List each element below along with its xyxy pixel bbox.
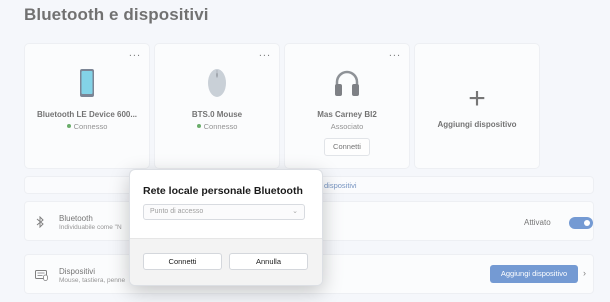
access-point-placeholder: Punto di accesso: [150, 208, 204, 215]
dialog-title: Rete locale personale Bluetooth: [143, 185, 303, 197]
dialog-footer: Connetti Annulla: [130, 238, 322, 285]
cancel-dialog-button[interactable]: Annulla: [229, 253, 308, 270]
access-point-select[interactable]: Punto di accesso ⌄: [143, 204, 305, 220]
chevron-down-icon: ⌄: [292, 208, 298, 215]
connect-dialog-button[interactable]: Connetti: [143, 253, 222, 270]
bluetooth-pan-dialog: Rete locale personale Bluetooth Punto di…: [129, 169, 323, 286]
